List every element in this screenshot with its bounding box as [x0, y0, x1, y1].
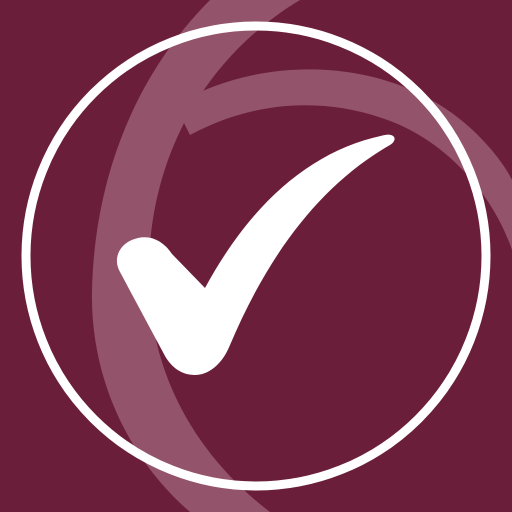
- app-icon-graphic: [0, 0, 512, 512]
- app-icon: [0, 0, 512, 512]
